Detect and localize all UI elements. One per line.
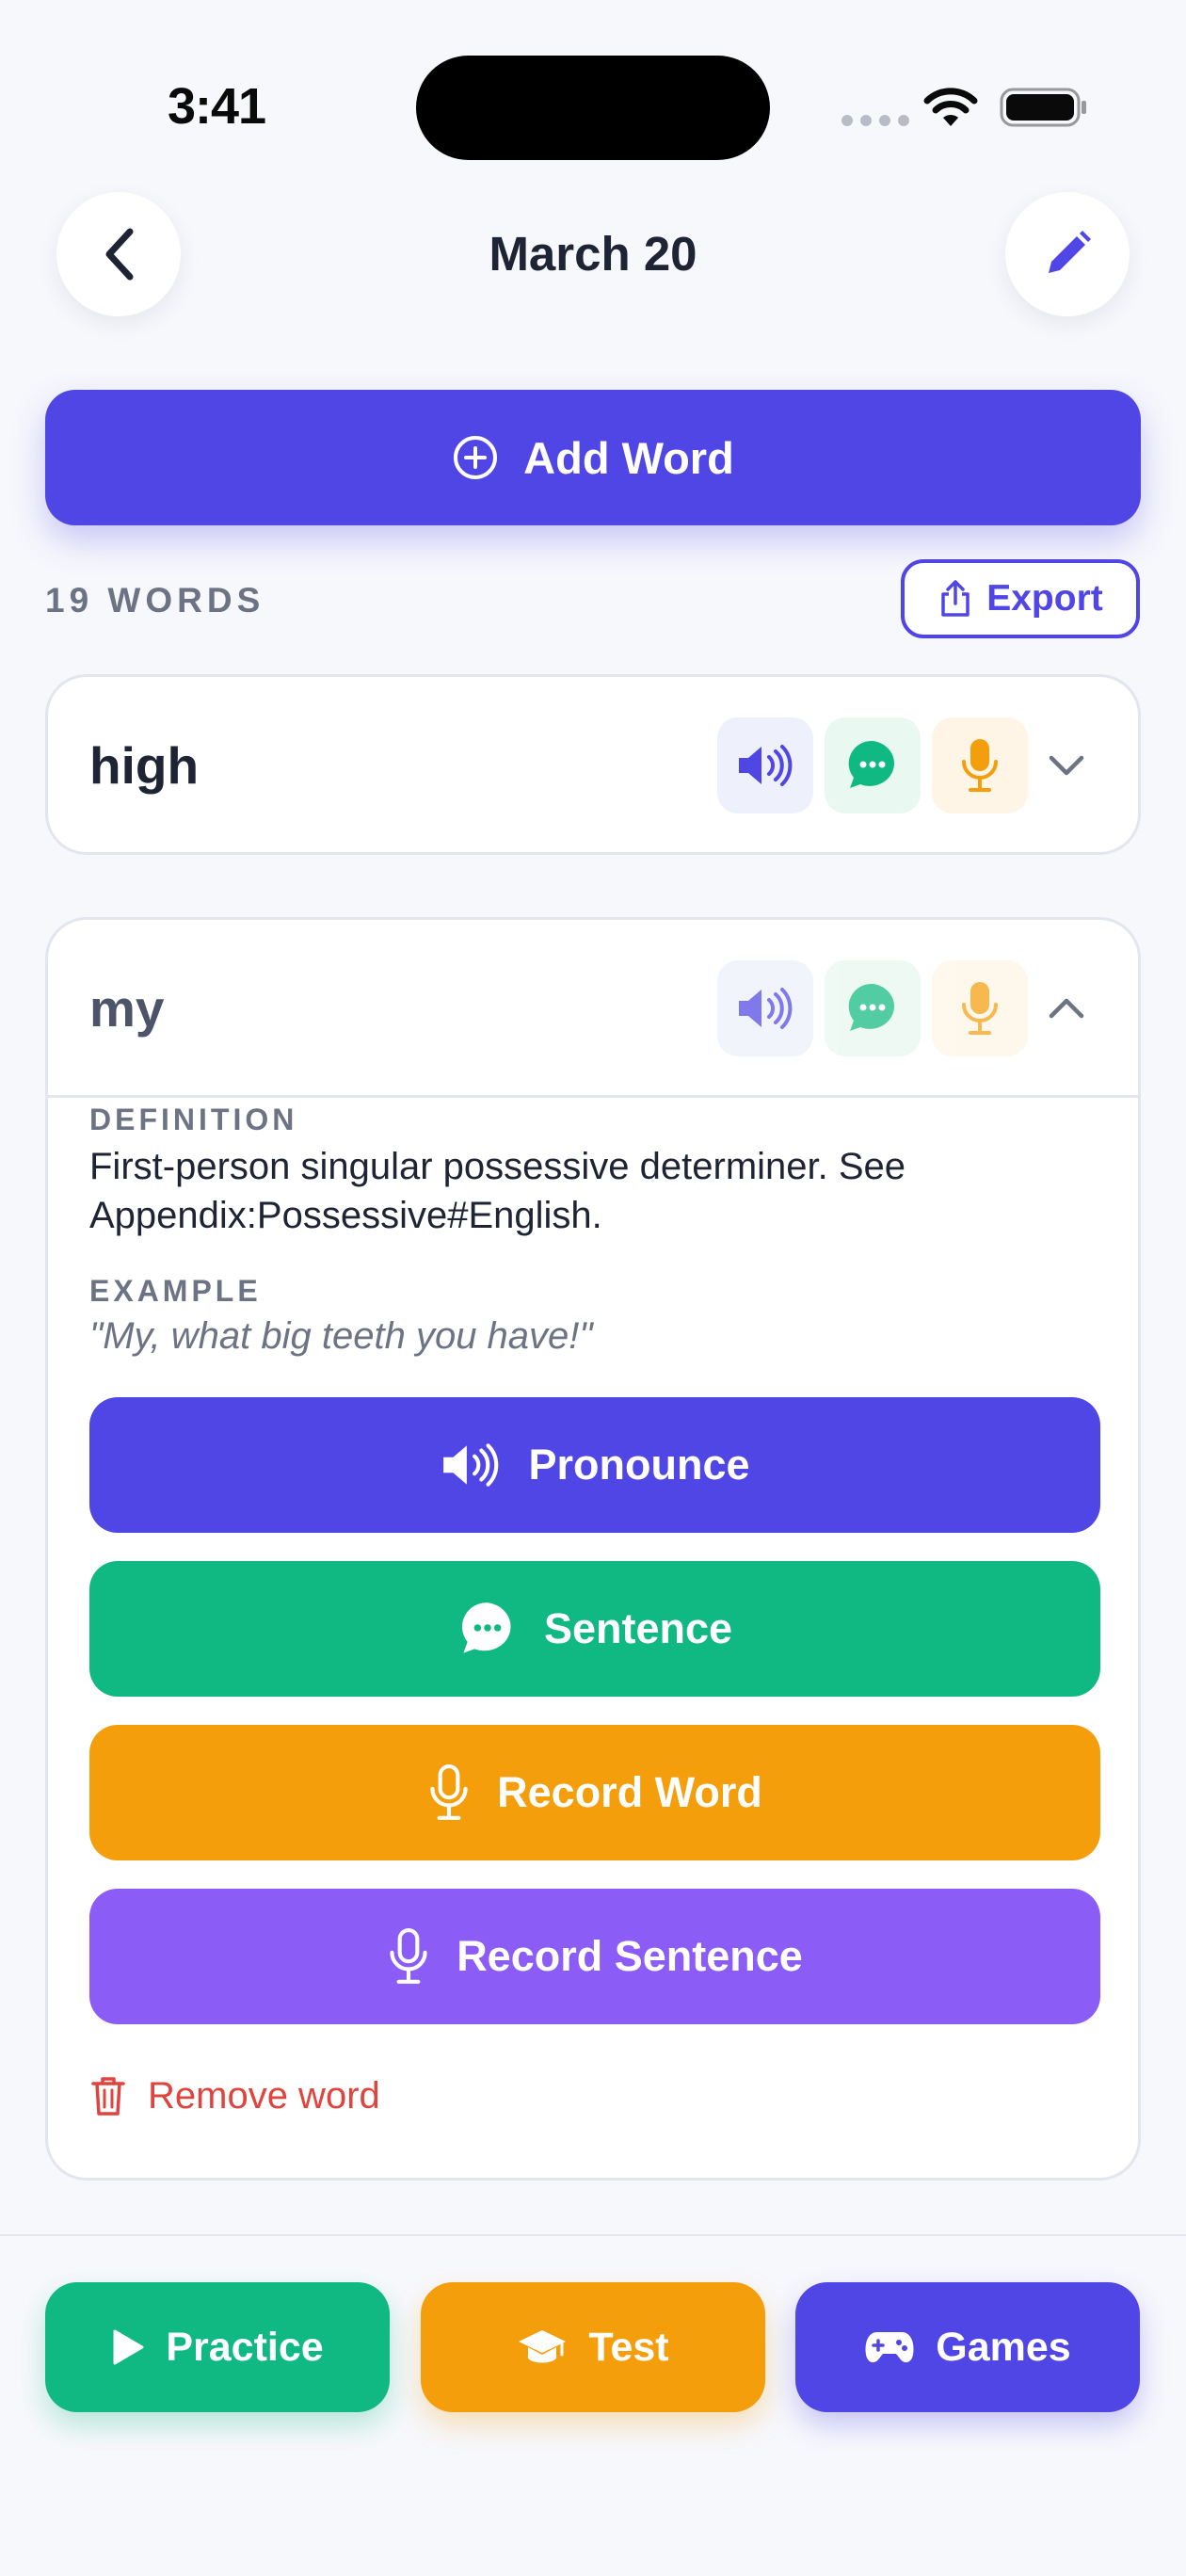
record-word-label: Record Word [497,1768,762,1816]
example-text: "My, what big teeth you have!" [89,1315,593,1357]
status-bar: 3:41 [0,0,1186,188]
microphone-icon [959,737,1001,794]
pencil-icon [1041,228,1094,281]
test-label: Test [588,2324,669,2370]
word-card[interactable]: high [45,674,1141,855]
chat-bubble-icon [844,980,901,1037]
practice-label: Practice [166,2324,324,2370]
test-button[interactable]: Test [421,2282,765,2412]
chevron-up-icon[interactable] [1046,988,1087,1029]
record-sentence-label: Record Sentence [457,1932,803,1980]
word-count: 19 WORDS [45,581,265,620]
chat-bubble-icon [844,737,901,794]
pronounce-mini-button[interactable] [717,717,813,813]
record-sentence-button[interactable]: Record Sentence [89,1889,1100,2024]
export-label: Export [986,578,1103,619]
microphone-icon [959,980,1001,1037]
games-label: Games [936,2324,1071,2370]
speaker-icon [735,986,795,1031]
word-card-expanded[interactable]: my DEFINITION First-person singular poss… [45,917,1141,2181]
dynamic-island [416,56,770,160]
games-button[interactable]: Games [795,2282,1140,2412]
word-text: my [89,979,165,1038]
record-mini-button[interactable] [932,960,1028,1056]
sentence-mini-button[interactable] [825,960,921,1056]
chat-bubble-icon [457,1599,518,1659]
record-word-button[interactable]: Record Word [89,1725,1100,1860]
microphone-icon [427,1763,471,1822]
pronounce-button[interactable]: Pronounce [89,1397,1100,1533]
chevron-down-icon[interactable] [1046,745,1087,786]
word-text: high [89,736,200,795]
add-word-button[interactable]: Add Word [45,390,1141,525]
battery-icon [1000,87,1090,128]
edit-button[interactable] [1005,192,1130,316]
gamepad-icon [864,2328,915,2366]
record-mini-button[interactable] [932,717,1028,813]
sentence-label: Sentence [543,1604,733,1652]
sentence-button[interactable]: Sentence [89,1561,1100,1697]
export-button[interactable]: Export [901,559,1140,638]
microphone-icon [387,1927,430,1986]
example-label: EXAMPLE [89,1274,262,1308]
pronounce-mini-button[interactable] [717,960,813,1056]
remove-word-label: Remove word [148,2074,380,2117]
trash-icon [89,2074,127,2117]
wifi-icon [922,85,980,128]
add-word-label: Add Word [523,432,734,483]
speaker-icon [735,743,795,788]
graduation-cap-icon [517,2326,568,2368]
speaker-icon [440,1441,502,1489]
sentence-mini-button[interactable] [825,717,921,813]
share-icon [938,579,973,619]
plus-circle-icon [452,434,499,481]
cellular-signal-icon [841,115,909,126]
bottom-divider [0,2234,1186,2236]
status-time: 3:41 [168,78,266,135]
remove-word-button[interactable]: Remove word [89,2074,380,2117]
definition-text: First-person singular possessive determi… [89,1146,906,1236]
practice-button[interactable]: Practice [45,2282,390,2412]
pronounce-label: Pronounce [528,1441,750,1489]
play-icon [111,2328,145,2366]
card-divider [48,1095,1138,1098]
definition-label: DEFINITION [89,1103,298,1136]
